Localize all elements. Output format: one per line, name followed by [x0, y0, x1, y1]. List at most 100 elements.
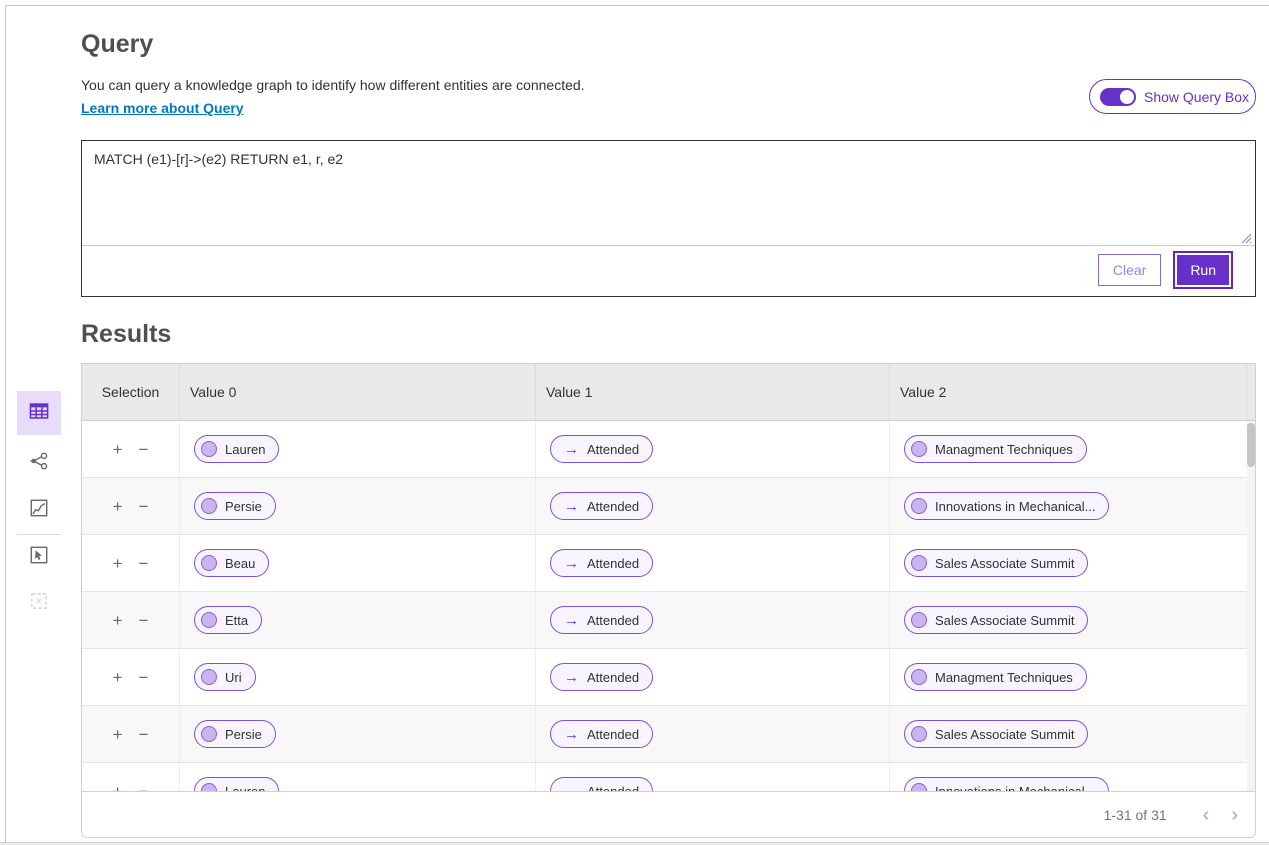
add-selection-button[interactable]: + [113, 783, 123, 792]
value0-cell: Uri [180, 649, 536, 705]
query-section-title: Query [81, 30, 153, 59]
panel-top-border [5, 5, 1269, 6]
entity-chip[interactable]: Sales Associate Summit [904, 549, 1088, 577]
results-table-header: Selection Value 0 Value 1 Value 2 [82, 364, 1255, 421]
add-selection-button[interactable]: + [113, 498, 123, 515]
link-chart-view-button[interactable] [17, 441, 61, 485]
relationship-chip[interactable]: → Attended [550, 549, 653, 577]
entity-chip[interactable]: Managment Techniques [904, 435, 1087, 463]
selection-view-icon [28, 590, 50, 617]
show-query-box-toggle[interactable]: Show Query Box [1089, 79, 1256, 114]
entity-dot-icon [911, 498, 927, 514]
entity-chip[interactable]: Sales Associate Summit [904, 720, 1088, 748]
relationship-chip[interactable]: → Attended [550, 606, 653, 634]
entity-chip[interactable]: Beau [194, 549, 269, 577]
entity-dot-icon [911, 555, 927, 571]
column-header-value2: Value 2 [890, 364, 1247, 420]
value0-cell: Lauren [180, 421, 536, 477]
panel-left-border [5, 5, 6, 842]
learn-more-link[interactable]: Learn more about Query [81, 100, 244, 116]
prev-page-button[interactable]: ‹ [1203, 805, 1210, 825]
entity-chip[interactable]: Innovations in Mechanical... [904, 777, 1109, 791]
query-editor-container: MATCH (e1)-[r]->(e2) RETURN e1, r, e2 Cl… [81, 140, 1256, 297]
selection-cell: + − [82, 478, 180, 534]
results-table: Selection Value 0 Value 1 Value 2 + − La… [81, 363, 1256, 838]
remove-selection-button[interactable]: − [139, 726, 149, 743]
selection-cell: + − [82, 592, 180, 648]
add-selection-button[interactable]: + [113, 612, 123, 629]
relationship-chip[interactable]: → Attended [550, 777, 653, 791]
entity-label: Innovations in Mechanical... [935, 499, 1095, 514]
table-row: + − Beau → Attended Sales Associate Summ… [82, 535, 1255, 592]
entity-chip[interactable]: Sales Associate Summit [904, 606, 1088, 634]
toggle-switch-icon[interactable] [1100, 88, 1136, 106]
entity-chip[interactable]: Innovations in Mechanical... [904, 492, 1109, 520]
run-button[interactable]: Run [1175, 253, 1231, 287]
add-selection-button[interactable]: + [113, 555, 123, 572]
entity-dot-icon [911, 441, 927, 457]
entity-chip[interactable]: Managment Techniques [904, 663, 1087, 691]
entity-dot-icon [201, 441, 217, 457]
remove-selection-button[interactable]: − [139, 783, 149, 792]
table-row: + − Persie → Attended Sales Associate Su… [82, 706, 1255, 763]
table-scrollbar-track[interactable] [1247, 421, 1255, 791]
relationship-label: Attended [587, 499, 639, 514]
relationship-label: Attended [587, 442, 639, 457]
relationship-chip[interactable]: → Attended [550, 663, 653, 691]
entity-dot-icon [911, 783, 927, 791]
entity-chip[interactable]: Lauren [194, 435, 279, 463]
query-input[interactable]: MATCH (e1)-[r]->(e2) RETURN e1, r, e2 [82, 141, 1255, 246]
remove-selection-button[interactable]: − [139, 498, 149, 515]
entity-chip[interactable]: Persie [194, 492, 276, 520]
selection-cell: + − [82, 649, 180, 705]
entity-label: Lauren [225, 784, 265, 792]
entity-label: Managment Techniques [935, 442, 1073, 457]
value0-cell: Beau [180, 535, 536, 591]
selection-cell: + − [82, 535, 180, 591]
pagination-range: 1-31 of 31 [1104, 807, 1167, 823]
value2-cell: Sales Associate Summit [890, 706, 1247, 762]
entity-label: Persie [225, 499, 262, 514]
entity-chip[interactable]: Uri [194, 663, 256, 691]
map-view-button[interactable] [17, 488, 61, 532]
table-row: + − Etta → Attended Sales Associate Summ… [82, 592, 1255, 649]
relationship-chip[interactable]: → Attended [550, 492, 653, 520]
next-page-button[interactable]: › [1231, 805, 1238, 825]
column-header-value1: Value 1 [536, 364, 890, 420]
remove-selection-button[interactable]: − [139, 612, 149, 629]
add-selection-button[interactable]: + [113, 441, 123, 458]
relationship-label: Attended [587, 670, 639, 685]
entity-label: Lauren [225, 442, 265, 457]
entity-dot-icon [911, 669, 927, 685]
query-actions: Clear Run [1098, 253, 1231, 287]
entity-dot-icon [201, 669, 217, 685]
remove-selection-button[interactable]: − [139, 441, 149, 458]
add-selection-button[interactable]: + [113, 669, 123, 686]
table-view-icon [28, 400, 50, 427]
entity-dot-icon [201, 726, 217, 742]
relationship-label: Attended [587, 784, 639, 792]
value2-cell: Sales Associate Summit [890, 535, 1247, 591]
remove-selection-button[interactable]: − [139, 669, 149, 686]
add-to-map-button[interactable] [17, 535, 61, 579]
relationship-chip[interactable]: → Attended [550, 720, 653, 748]
relationship-arrow-icon: → [564, 556, 579, 571]
table-scrollbar-thumb[interactable] [1247, 423, 1255, 467]
relationship-arrow-icon: → [564, 670, 579, 685]
relationship-arrow-icon: → [564, 499, 579, 514]
entity-chip[interactable]: Etta [194, 606, 262, 634]
remove-selection-button[interactable]: − [139, 555, 149, 572]
entity-chip[interactable]: Persie [194, 720, 276, 748]
entity-label: Sales Associate Summit [935, 613, 1074, 628]
clear-button[interactable]: Clear [1098, 254, 1161, 286]
column-header-value0: Value 0 [180, 364, 536, 420]
table-view-button[interactable] [17, 391, 61, 435]
map-view-icon [28, 497, 50, 524]
relationship-chip[interactable]: → Attended [550, 435, 653, 463]
add-selection-button[interactable]: + [113, 726, 123, 743]
resize-handle-icon[interactable] [1240, 231, 1252, 249]
table-row: + − Lauren → Attended Managment Techniqu… [82, 421, 1255, 478]
value0-cell: Lauren [180, 763, 536, 791]
results-body: + − Lauren → Attended Managment Techniqu… [82, 421, 1255, 791]
entity-chip[interactable]: Lauren [194, 777, 279, 791]
